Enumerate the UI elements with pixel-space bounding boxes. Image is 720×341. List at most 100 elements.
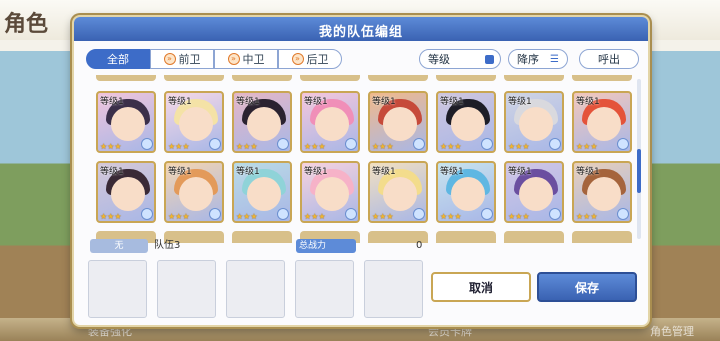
team-info-bar: 无 队伍3 总战力 0 — [86, 239, 428, 253]
rank-icon — [617, 208, 629, 220]
partial-card[interactable] — [504, 75, 564, 81]
grid-scrollbar[interactable] — [637, 79, 641, 239]
character-card[interactable]: 等级1 ★★★ — [300, 161, 360, 223]
character-card[interactable]: 等级1 ★★★ — [436, 91, 496, 153]
filter-tab-front[interactable]: » 前卫 — [150, 49, 214, 69]
star-rating-icon: ★★★ — [168, 142, 190, 151]
front-position-icon: » — [163, 53, 176, 65]
star-rating-icon: ★★★ — [440, 142, 462, 151]
character-card[interactable]: 等级1 ★★★ — [300, 91, 360, 153]
cancel-button[interactable]: 取消 — [431, 272, 531, 302]
star-rating-icon: ★★★ — [304, 142, 326, 151]
character-level: 等级1 — [576, 97, 600, 107]
rank-icon — [481, 208, 493, 220]
partial-card[interactable] — [572, 75, 632, 81]
partial-card[interactable] — [368, 75, 428, 81]
character-card[interactable]: 等级1 ★★★ — [504, 161, 564, 223]
character-face — [451, 107, 485, 141]
rank-icon — [549, 138, 561, 150]
sort-toggle-icon — [485, 54, 494, 64]
star-rating-icon: ★★★ — [236, 212, 258, 221]
filter-tab-label: 全部 — [107, 53, 129, 66]
filter-tab-middle[interactable]: » 中卫 — [214, 49, 278, 69]
partial-card[interactable] — [164, 75, 224, 81]
scrollbar-thumb[interactable] — [637, 149, 641, 193]
rank-icon — [413, 208, 425, 220]
character-card[interactable]: 等级1 ★★★ — [232, 161, 292, 223]
character-card[interactable]: 等级1 ★★★ — [572, 161, 632, 223]
character-grid: 等级1 ★★★ 等级1 ★★★ 等级1 ★★★ 等级1 ★★★ 等级1 ★★★ 等级1 ★★★ 等级1 ★… — [96, 75, 636, 243]
partial-card[interactable] — [232, 75, 292, 81]
character-level: 等级1 — [372, 97, 396, 107]
character-card[interactable]: 等级1 ★★★ — [96, 91, 156, 153]
character-face — [111, 177, 145, 211]
character-card[interactable]: 等级1 ★★★ — [96, 161, 156, 223]
rank-icon — [549, 208, 561, 220]
partial-card[interactable] — [300, 75, 360, 81]
star-rating-icon: ★★★ — [236, 142, 258, 151]
character-face — [111, 107, 145, 141]
character-level: 等级1 — [508, 167, 532, 177]
character-card[interactable]: 等级1 ★★★ — [572, 91, 632, 153]
star-rating-icon: ★★★ — [100, 142, 122, 151]
leader-label: 无 — [90, 239, 148, 253]
star-rating-icon: ★★★ — [440, 212, 462, 221]
partial-card[interactable] — [572, 231, 632, 243]
character-level: 等级1 — [508, 97, 532, 107]
character-level: 等级1 — [236, 167, 260, 177]
character-level: 等级1 — [168, 167, 192, 177]
call-label: 呼出 — [598, 53, 620, 66]
character-level: 等级1 — [440, 167, 464, 177]
star-rating-icon: ★★★ — [304, 212, 326, 221]
sort-by-dropdown[interactable]: 等级 — [419, 49, 501, 69]
character-card[interactable]: 等级1 ★★★ — [164, 161, 224, 223]
team-slot[interactable] — [88, 260, 147, 318]
character-card[interactable]: 等级1 ★★★ — [436, 161, 496, 223]
total-power-value: 0 — [416, 240, 423, 251]
sort-order-button[interactable]: 降序 ☰ — [508, 49, 568, 69]
character-level: 等级1 — [236, 97, 260, 107]
team-slot[interactable] — [364, 260, 423, 318]
star-rating-icon: ★★★ — [576, 212, 598, 221]
character-card[interactable]: 等级1 ★★★ — [164, 91, 224, 153]
call-button[interactable]: 呼出 — [579, 49, 639, 69]
sort-by-label: 等级 — [428, 53, 450, 66]
rank-icon — [141, 208, 153, 220]
team-slot[interactable] — [226, 260, 285, 318]
filter-tab-label: 后卫 — [306, 53, 329, 66]
middle-position-icon: » — [227, 53, 240, 65]
team-slot[interactable] — [157, 260, 216, 318]
rank-icon — [209, 208, 221, 220]
character-face — [247, 107, 281, 141]
filter-tab-back[interactable]: » 后卫 — [278, 49, 342, 69]
partial-card[interactable] — [436, 231, 496, 243]
character-face — [179, 177, 213, 211]
star-rating-icon: ★★★ — [372, 212, 394, 221]
filter-tab-all[interactable]: 全部 — [86, 49, 150, 69]
character-card[interactable]: 等级1 ★★★ — [232, 91, 292, 153]
character-card[interactable]: 等级1 ★★★ — [504, 91, 564, 153]
character-level: 等级1 — [372, 167, 396, 177]
partial-card[interactable] — [96, 75, 156, 81]
rank-icon — [345, 208, 357, 220]
star-rating-icon: ★★★ — [372, 142, 394, 151]
sort-order-icon: ☰ — [550, 53, 559, 65]
position-filter-tabs: 全部 » 前卫 » 中卫 » 后卫 — [86, 49, 342, 69]
character-level: 等级1 — [100, 167, 124, 177]
character-face — [383, 107, 417, 141]
team-name[interactable]: 队伍3 — [154, 239, 180, 253]
character-card[interactable]: 等级1 ★★★ — [368, 161, 428, 223]
character-card[interactable]: 等级1 ★★★ — [368, 91, 428, 153]
partial-card[interactable] — [436, 75, 496, 81]
character-face — [315, 177, 349, 211]
partial-card[interactable] — [504, 231, 564, 243]
star-rating-icon: ★★★ — [100, 212, 122, 221]
character-level: 等级1 — [576, 167, 600, 177]
save-button[interactable]: 保存 — [537, 272, 637, 302]
total-power-label: 总战力 — [296, 239, 356, 253]
rank-icon — [345, 138, 357, 150]
dialog-titlebar: 我的队伍编组 — [74, 17, 648, 41]
team-slot[interactable] — [295, 260, 354, 318]
background-bottom-label: 角色管理 — [650, 325, 694, 338]
character-level: 等级1 — [168, 97, 192, 107]
